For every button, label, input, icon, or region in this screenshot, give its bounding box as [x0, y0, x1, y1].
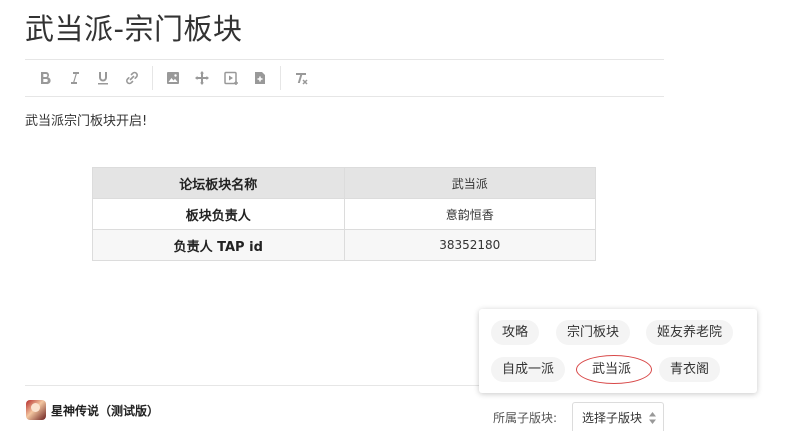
table-row: 板块负责人 意韵恒香	[92, 198, 596, 230]
intro-text: 武当派宗门板块开启!	[25, 114, 148, 129]
table-cell-value: 意韵恒香	[343, 198, 596, 230]
table-row: 论坛板块名称 武当派	[92, 167, 596, 199]
image-icon[interactable]	[163, 68, 183, 88]
italic-icon[interactable]	[64, 68, 84, 88]
table-row: 负责人 TAP id 38352180	[92, 229, 596, 261]
game-name: 星神传说（测试版）	[51, 403, 160, 418]
subsection-option-jiyou[interactable]: 姬友养老院	[646, 320, 734, 345]
link-icon[interactable]	[122, 68, 142, 88]
toolbar-group-media	[153, 66, 281, 90]
bold-icon[interactable]	[35, 68, 55, 88]
editor-toolbar	[25, 59, 664, 97]
table-cell-value: 38352180	[343, 229, 596, 261]
add-file-icon[interactable]	[250, 68, 270, 88]
game-info[interactable]: 星神传说（测试版）	[26, 400, 159, 420]
divider	[25, 385, 495, 386]
table-cell-value: 武当派	[343, 167, 596, 199]
toolbar-group-format	[281, 66, 321, 90]
subsection-option-gonglue[interactable]: 攻略	[491, 320, 540, 345]
subsection-option-wudang[interactable]: 武当派	[581, 357, 643, 382]
page-title: 武当派-宗门板块	[25, 12, 243, 46]
underline-icon[interactable]	[93, 68, 113, 88]
subsection-dropdown: 攻略 宗门板块 姬友养老院 自成一派 武当派 青衣阁	[479, 309, 757, 393]
subsection-option-qingyi[interactable]: 青衣阁	[659, 357, 721, 382]
subsection-select[interactable]: 选择子版块	[572, 402, 664, 431]
subsection-select-value: 选择子版块	[582, 410, 643, 425]
table-cell-key: 负责人 TAP id	[92, 229, 345, 261]
subsection-option-zicheng[interactable]: 自成一派	[491, 357, 566, 382]
subsection-label: 所属子版块:	[493, 411, 558, 425]
clear-format-icon[interactable]	[291, 68, 311, 88]
video-icon[interactable]	[221, 68, 241, 88]
table-cell-key: 板块负责人	[92, 198, 345, 230]
game-avatar	[26, 400, 46, 420]
sort-arrows-icon	[649, 412, 656, 427]
move-icon[interactable]	[192, 68, 212, 88]
toolbar-group-text	[25, 66, 153, 90]
subsection-option-zongmen[interactable]: 宗门板块	[556, 320, 631, 345]
table-cell-key: 论坛板块名称	[92, 167, 345, 199]
forum-info-table: 论坛板块名称 武当派 板块负责人 意韵恒香 负责人 TAP id 3835218…	[92, 167, 596, 261]
